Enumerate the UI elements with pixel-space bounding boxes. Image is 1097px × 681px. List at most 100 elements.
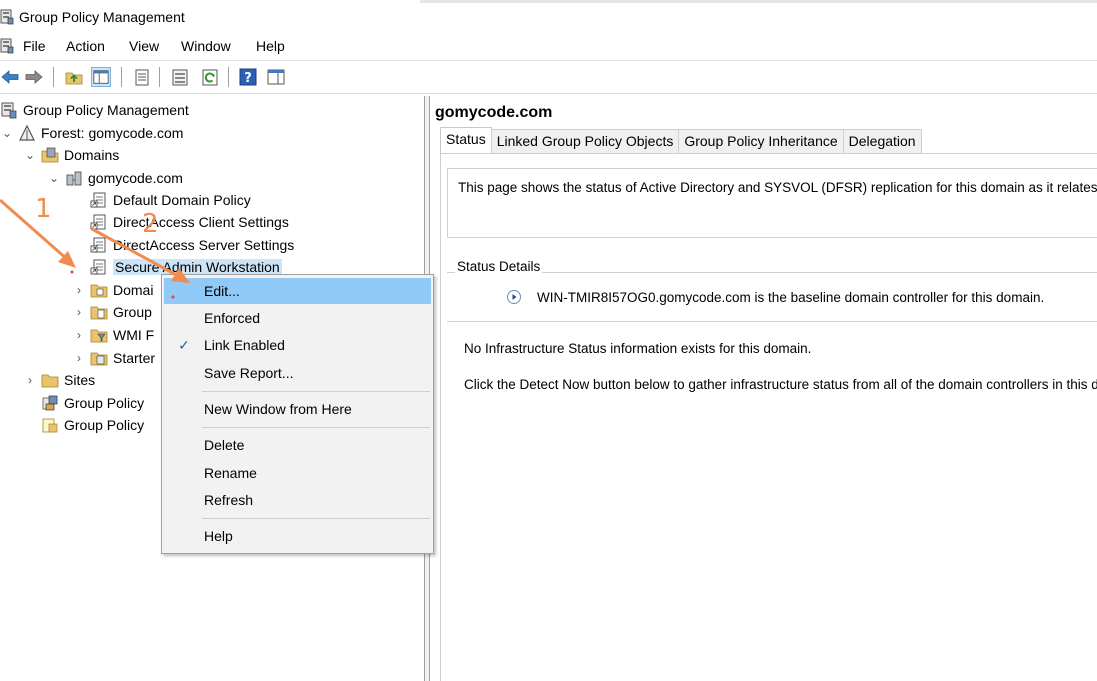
tree-label: DirectAccess Server Settings bbox=[113, 237, 295, 253]
menu-separator bbox=[202, 518, 430, 519]
tree-item-gpo-link[interactable]: DirectAccess Client Settings bbox=[72, 211, 289, 233]
menu-file[interactable]: File bbox=[23, 38, 46, 54]
tab-gp-inheritance[interactable]: Group Policy Inheritance bbox=[678, 129, 844, 153]
infrastructure-status-text: No Infrastructure Status information exi… bbox=[464, 341, 812, 356]
tree-item-group-policy-objects[interactable]: › Group bbox=[72, 301, 152, 323]
menu-item-label: Help bbox=[204, 528, 233, 544]
gpo-link-icon bbox=[90, 214, 106, 230]
tab-strip: Status Linked Group Policy Objects Group… bbox=[440, 127, 922, 153]
toolbar-separator bbox=[228, 67, 229, 87]
toolbar: ? bbox=[0, 60, 1097, 94]
menu-item-delete[interactable]: Delete bbox=[164, 432, 431, 458]
menu-item-label: Edit... bbox=[204, 283, 240, 299]
tree-label: Secure Admin Workstation bbox=[113, 259, 282, 275]
tree-label: gomycode.com bbox=[88, 170, 183, 186]
menu-item-edit[interactable]: Edit... bbox=[164, 278, 431, 304]
tree-item-gp-results[interactable]: Group Policy bbox=[23, 414, 144, 436]
tree-item-starter-gpos[interactable]: › Starter bbox=[72, 347, 155, 369]
help-icon[interactable]: ? bbox=[238, 67, 258, 87]
gpo-link-icon bbox=[90, 192, 106, 208]
chevron-down-icon[interactable]: ⌄ bbox=[0, 126, 14, 140]
details-pane: gomycode.com Status Linked Group Policy … bbox=[431, 96, 1097, 681]
chevron-right-icon[interactable]: › bbox=[72, 283, 86, 297]
menu-view[interactable]: View bbox=[129, 38, 159, 54]
menu-item-save-report[interactable]: Save Report... bbox=[164, 360, 431, 386]
tree-item-gpm-root[interactable]: Group Policy Management bbox=[0, 99, 189, 121]
tree-item-forest[interactable]: ⌄ Forest: gomycode.com bbox=[0, 122, 183, 144]
info-arrow-icon[interactable] bbox=[506, 289, 522, 305]
description-box bbox=[447, 168, 1097, 238]
properties-icon[interactable] bbox=[132, 67, 152, 87]
menu-item-rename[interactable]: Rename bbox=[164, 460, 431, 486]
tree-label: WMI F bbox=[113, 327, 155, 343]
tree-item-gpo-link[interactable]: Default Domain Policy bbox=[72, 189, 251, 211]
step-1-number: 1 bbox=[35, 194, 52, 224]
menu-item-label: Link Enabled bbox=[204, 337, 285, 353]
menu-item-label: Refresh bbox=[204, 492, 254, 508]
chevron-down-icon[interactable]: ⌄ bbox=[23, 148, 37, 162]
gpo-folder-icon bbox=[90, 306, 108, 320]
gpmc-root-icon bbox=[1, 102, 17, 119]
tab-status[interactable]: Status bbox=[440, 127, 492, 153]
ou-folder-icon bbox=[90, 284, 108, 298]
tree-item-sites[interactable]: › Sites bbox=[23, 369, 95, 391]
menu-item-label: Save Report... bbox=[204, 365, 294, 381]
tree-label: Group bbox=[113, 304, 152, 320]
menu-help[interactable]: Help bbox=[256, 38, 285, 54]
chevron-down-icon[interactable]: ⌄ bbox=[47, 171, 61, 185]
tree-item-domains[interactable]: ⌄ Domains bbox=[23, 144, 119, 166]
forward-icon[interactable] bbox=[24, 67, 44, 87]
refresh-icon[interactable] bbox=[200, 67, 220, 87]
chevron-right-icon[interactable]: › bbox=[23, 373, 37, 387]
tree-item-domain-controllers[interactable]: › Domai bbox=[72, 279, 153, 301]
menu-window[interactable]: Window bbox=[181, 38, 231, 54]
toolbar-separator bbox=[159, 67, 160, 87]
domain-icon bbox=[66, 171, 82, 186]
menu-item-enforced[interactable]: Enforced bbox=[164, 305, 431, 331]
menu-item-help[interactable]: Help bbox=[164, 523, 431, 549]
menu-bar: File Action View Window Help bbox=[0, 34, 1097, 60]
menu-separator bbox=[202, 427, 430, 428]
tree-label: Group Policy bbox=[64, 395, 145, 411]
detect-now-instructions: Click the Detect Now button below to gat… bbox=[464, 377, 1097, 392]
export-list-icon[interactable] bbox=[170, 67, 190, 87]
sites-folder-icon bbox=[41, 374, 59, 388]
menu-item-label: Rename bbox=[204, 465, 257, 481]
system-menu-icon[interactable] bbox=[0, 38, 14, 54]
title-bar: Group Policy Management bbox=[0, 0, 1097, 34]
menu-item-new-window[interactable]: New Window from Here bbox=[164, 396, 431, 422]
status-description: This page shows the status of Active Dir… bbox=[458, 180, 1097, 195]
starter-gpo-icon bbox=[90, 352, 108, 366]
tree-item-wmi-filters[interactable]: › WMI F bbox=[72, 324, 154, 346]
step-2-number: 2 bbox=[142, 209, 159, 239]
chevron-right-icon[interactable]: › bbox=[72, 328, 86, 342]
menu-separator bbox=[202, 391, 430, 392]
toolbar-separator bbox=[53, 67, 54, 87]
menu-action[interactable]: Action bbox=[66, 38, 105, 54]
show-hide-tree-icon[interactable] bbox=[91, 67, 111, 87]
forest-icon bbox=[19, 124, 35, 141]
domain-title: gomycode.com bbox=[435, 104, 553, 121]
menu-item-link-enabled[interactable]: ✓ Link Enabled bbox=[164, 332, 431, 358]
svg-text:?: ? bbox=[244, 71, 252, 86]
tab-delegation[interactable]: Delegation bbox=[842, 129, 922, 153]
tree-label: Domai bbox=[113, 282, 154, 298]
gpo-link-icon bbox=[90, 259, 106, 275]
back-icon[interactable] bbox=[0, 67, 20, 87]
tree-item-gpo-link[interactable]: DirectAccess Server Settings bbox=[72, 234, 294, 256]
show-action-pane-icon[interactable] bbox=[266, 67, 286, 87]
tree-label: Group Policy bbox=[64, 417, 145, 433]
status-details-label: Status Details bbox=[455, 259, 543, 274]
menu-item-label: Delete bbox=[204, 437, 245, 453]
menu-item-refresh[interactable]: Refresh bbox=[164, 487, 431, 513]
chevron-right-icon[interactable]: › bbox=[72, 351, 86, 365]
chevron-right-icon[interactable]: › bbox=[72, 305, 86, 319]
up-folder-icon[interactable] bbox=[64, 67, 84, 87]
tab-linked-gpos[interactable]: Linked Group Policy Objects bbox=[490, 129, 680, 153]
tree-item-domain[interactable]: ⌄ gomycode.com bbox=[47, 167, 183, 189]
tree-item-gp-modeling[interactable]: Group Policy bbox=[23, 392, 144, 414]
context-menu: Edit... Enforced ✓ Link Enabled Save Rep… bbox=[161, 274, 434, 554]
checkmark-icon: ✓ bbox=[178, 336, 190, 353]
domains-folder-icon bbox=[41, 147, 59, 163]
tree-label: Domains bbox=[64, 147, 120, 163]
